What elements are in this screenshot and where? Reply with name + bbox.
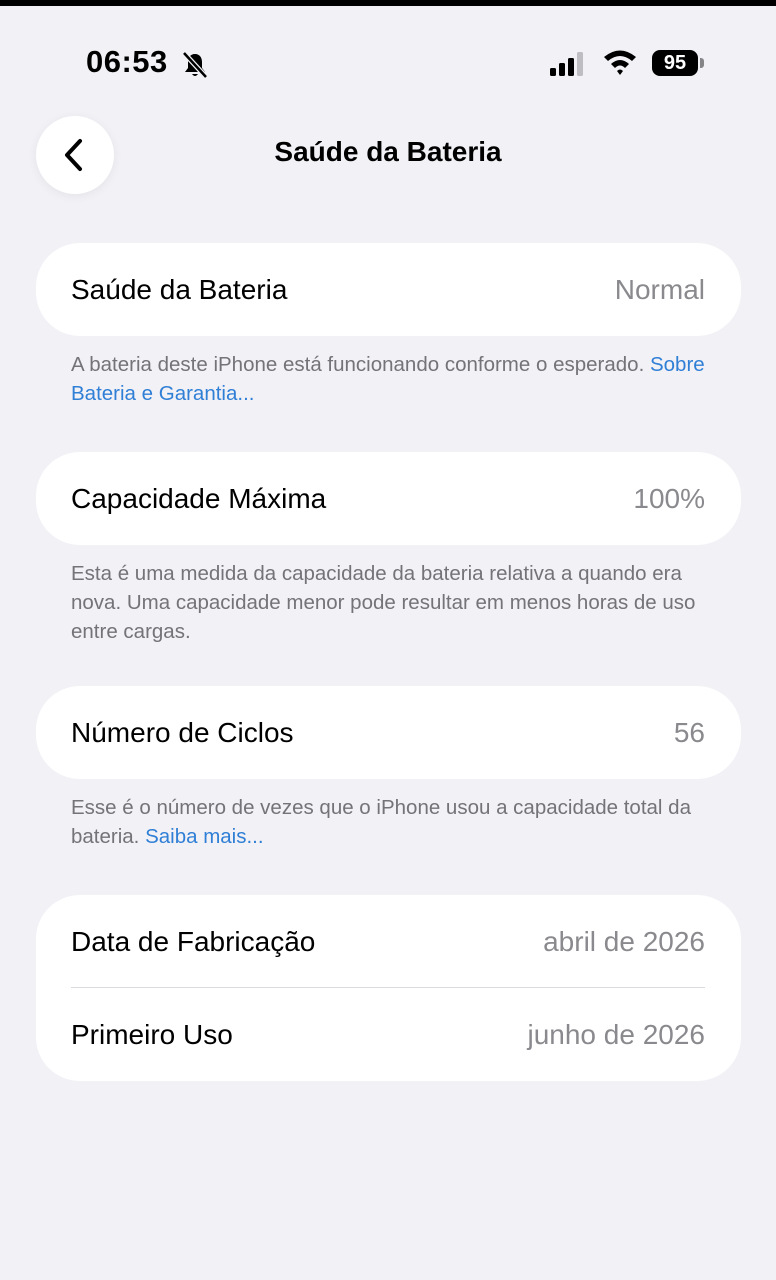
cellular-signal-icon	[550, 52, 583, 76]
battery-health-label: Saúde da Bateria	[71, 274, 288, 305]
battery-dates-card: Data de Fabricação abril de 2026 Primeir…	[36, 895, 741, 1081]
battery-health-value: Normal	[614, 274, 705, 305]
status-time: 06:53	[86, 44, 168, 79]
page-title: Saúde da Bateria	[274, 136, 502, 167]
maximum-capacity-footnote: Esta é uma medida da capacidade da bater…	[71, 562, 696, 643]
learn-more-link[interactable]: Saiba mais...	[145, 825, 264, 848]
first-use-value: junho de 2026	[527, 1019, 705, 1050]
battery-tip	[700, 58, 704, 68]
battery-health-row: Saúde da Bateria Normal	[36, 243, 741, 336]
battery-health-footnote-text: A bateria deste iPhone está funcionando …	[71, 353, 650, 376]
battery-indicator: 95	[652, 50, 704, 76]
maximum-capacity-card: Capacidade Máxima 100%	[36, 452, 741, 545]
wifi-icon	[604, 50, 636, 75]
manufacture-date-row: Data de Fabricação abril de 2026	[36, 895, 741, 988]
maximum-capacity-label: Capacidade Máxima	[71, 483, 327, 514]
battery-level: 95	[652, 50, 698, 76]
cycle-count-footnote: Esse é o número de vezes que o iPhone us…	[71, 793, 721, 851]
cycle-count-card: Número de Ciclos 56	[36, 686, 741, 779]
cycle-count-label: Número de Ciclos	[71, 717, 294, 748]
battery-health-footnote: A bateria deste iPhone está funcionando …	[71, 350, 721, 408]
manufacture-date-value: abril de 2026	[543, 926, 705, 957]
first-use-row: Primeiro Uso junho de 2026	[36, 988, 741, 1081]
status-bar: 06:53 95	[0, 0, 776, 110]
cycle-count-row: Número de Ciclos 56	[36, 686, 741, 779]
cycle-count-value: 56	[673, 717, 705, 748]
first-use-label: Primeiro Uso	[71, 1019, 233, 1050]
bell-muted-icon	[182, 51, 208, 79]
maximum-capacity-value: 100%	[633, 483, 705, 514]
manufacture-date-label: Data de Fabricação	[71, 926, 316, 957]
maximum-capacity-row: Capacidade Máxima 100%	[36, 452, 741, 545]
battery-health-card: Saúde da Bateria Normal	[36, 243, 741, 336]
